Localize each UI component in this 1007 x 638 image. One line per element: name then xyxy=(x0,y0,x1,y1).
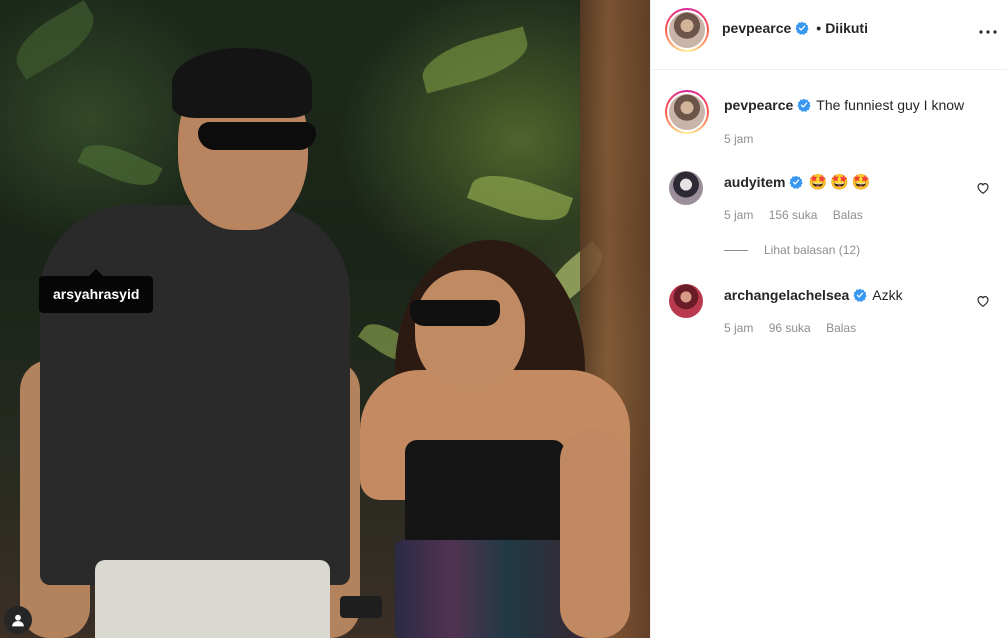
caption: pevpearce The funniest guy I know 5 jam xyxy=(651,90,1007,150)
post-sidebar: pevpearce • Diikuti pevpearce The funnie… xyxy=(650,0,1007,638)
header-separator: • xyxy=(816,20,822,36)
man-sunglasses xyxy=(198,122,316,150)
user-tag-icon xyxy=(12,614,24,627)
post-photo[interactable]: arsyahrasyid xyxy=(0,0,650,638)
comment-meta: 5 jam 96 suka Balas xyxy=(724,321,868,335)
user-tag-label[interactable]: arsyahrasyid xyxy=(39,269,154,313)
commenter-username[interactable]: archangelachelsea xyxy=(724,287,849,303)
caption-text: The funniest guy I know xyxy=(816,97,965,113)
verified-badge-icon xyxy=(797,98,811,112)
header-username[interactable]: pevpearce xyxy=(722,20,791,36)
comment-time[interactable]: 5 jam xyxy=(724,208,753,222)
foliage-decoration xyxy=(416,26,534,94)
caption-avatar-image xyxy=(667,92,707,132)
foliage-decoration xyxy=(466,163,574,233)
commenter-username[interactable]: audyitem xyxy=(724,174,785,190)
more-options-icon[interactable] xyxy=(976,20,1000,44)
foliage-decoration xyxy=(77,134,163,196)
verified-badge-icon xyxy=(795,21,809,35)
replies-divider xyxy=(724,249,748,251)
woman-arm xyxy=(560,430,630,638)
heart-icon[interactable] xyxy=(976,181,990,195)
comment-likes[interactable]: 156 suka xyxy=(769,208,818,222)
woman-face xyxy=(415,270,525,390)
comment-item: audyitem 🤩🤩🤩 5 jam 156 suka Balas Lihat … xyxy=(651,170,1007,260)
follow-status[interactable]: Diikuti xyxy=(825,20,868,36)
comment-item: archangelachelsea Azkk 5 jam 96 suka Bal… xyxy=(651,283,1007,343)
author-avatar[interactable] xyxy=(665,8,709,52)
comment-line: archangelachelsea Azkk xyxy=(724,287,903,303)
caption-avatar[interactable] xyxy=(665,90,709,134)
woman-skirt xyxy=(395,540,585,638)
comment-text: 🤩🤩🤩 xyxy=(808,174,874,191)
caption-time[interactable]: 5 jam xyxy=(724,132,753,146)
header-author-line: pevpearce • Diikuti xyxy=(722,20,868,36)
author-avatar-image xyxy=(667,10,707,50)
woman-top xyxy=(405,440,565,550)
verified-badge-icon xyxy=(853,288,867,302)
post-header: pevpearce • Diikuti xyxy=(651,0,1007,70)
man-pants xyxy=(95,560,330,638)
comment-likes[interactable]: 96 suka xyxy=(769,321,811,335)
man-hair xyxy=(172,48,312,118)
reply-button[interactable]: Balas xyxy=(826,321,856,335)
reply-button[interactable]: Balas xyxy=(833,208,863,222)
commenter-avatar[interactable] xyxy=(669,171,703,205)
comment-text: Azkk xyxy=(872,287,903,303)
caption-line: pevpearce The funniest guy I know xyxy=(724,97,964,113)
woman-sunglasses xyxy=(410,300,500,326)
commenter-avatar[interactable] xyxy=(669,284,703,318)
verified-badge-icon xyxy=(789,175,804,189)
wristwatch xyxy=(340,596,382,618)
man-shirt xyxy=(40,205,350,585)
heart-icon[interactable] xyxy=(976,294,990,308)
user-tag-button[interactable] xyxy=(4,606,32,634)
view-replies-button[interactable]: Lihat balasan (12) xyxy=(724,243,860,257)
comment-line: audyitem 🤩🤩🤩 xyxy=(724,173,874,191)
comment-meta: 5 jam 156 suka Balas xyxy=(724,208,875,222)
comment-time[interactable]: 5 jam xyxy=(724,321,753,335)
caption-username[interactable]: pevpearce xyxy=(724,97,793,113)
foliage-decoration xyxy=(6,0,104,80)
view-replies-label: Lihat balasan (12) xyxy=(764,243,861,257)
